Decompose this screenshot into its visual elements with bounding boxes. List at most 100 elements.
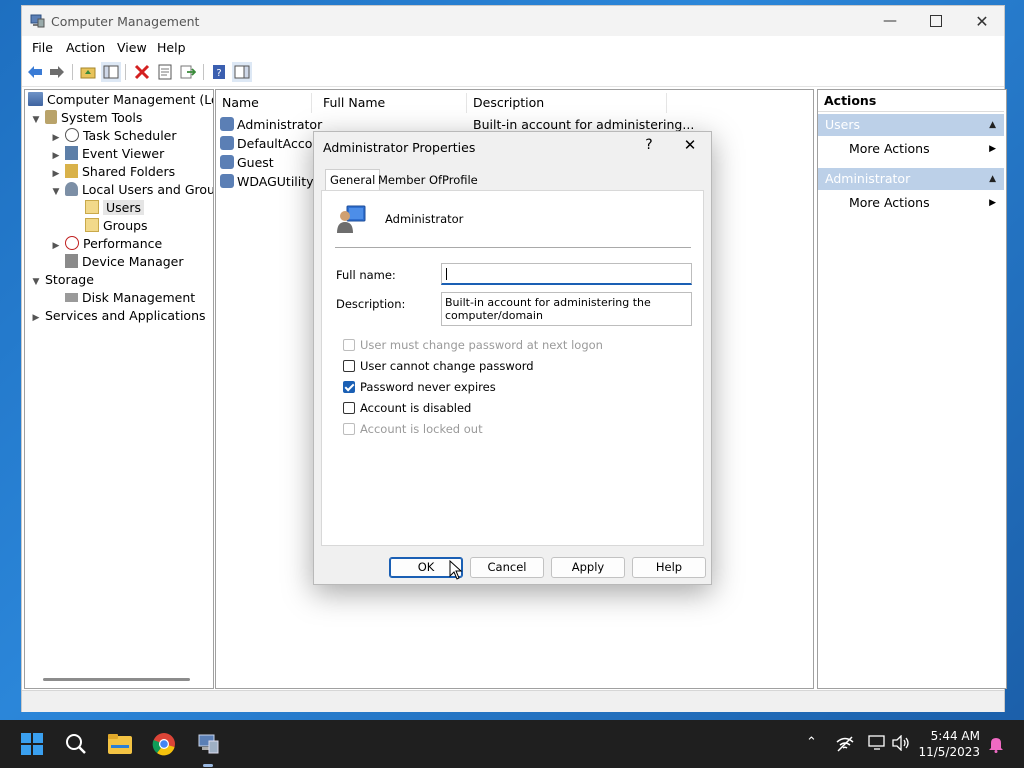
description-input[interactable]: Built-in account for administering the c…	[441, 292, 692, 326]
chevron-down-icon[interactable]: ▼	[31, 273, 41, 291]
menu-view[interactable]: View	[117, 40, 147, 55]
tree-item-event-viewer[interactable]: ▶ Event Viewer	[51, 145, 164, 163]
more-actions-administrator[interactable]: More Actions ▶	[818, 192, 1004, 214]
list-item[interactable]: Guest	[220, 153, 274, 172]
tree-item-disk-management[interactable]: Disk Management	[65, 289, 195, 307]
close-icon: ✕	[975, 11, 989, 31]
collapse-up-icon[interactable]: ▲	[989, 114, 996, 136]
column-header-name[interactable]: Name	[216, 93, 312, 113]
chevron-right-icon[interactable]: ▶	[31, 309, 41, 327]
file-explorer-icon	[108, 734, 132, 754]
description-label: Description:	[336, 297, 406, 311]
checkbox-password-never-expires[interactable]: Password never expires	[343, 378, 496, 396]
folder-icon	[85, 218, 99, 232]
clock-time: 5:44 AM	[930, 729, 980, 743]
checkbox-must-change-password[interactable]: User must change password at next logon	[343, 336, 603, 354]
user-icon	[220, 117, 234, 131]
start-button[interactable]	[16, 728, 48, 760]
show-hide-tree-button[interactable]	[101, 62, 121, 82]
cancel-button[interactable]: Cancel	[470, 557, 544, 578]
menu-file[interactable]: File	[32, 40, 53, 55]
tree-horizontal-scrollbar[interactable]	[43, 678, 190, 681]
tree-item-local-users-groups[interactable]: ▼ Local Users and Groups	[51, 181, 213, 201]
tree-item-system-tools[interactable]: ▼ System Tools	[31, 109, 142, 127]
display-network-icon[interactable]	[868, 735, 886, 754]
system-clock[interactable]: 5:44 AM 11/5/2023	[918, 728, 980, 760]
checkbox-checked-icon[interactable]	[343, 381, 355, 393]
close-window-button[interactable]: ✕	[959, 6, 1005, 36]
list-item[interactable]: Administrator	[220, 115, 322, 134]
forward-button[interactable]	[47, 62, 67, 82]
show-hide-action-pane-button[interactable]	[232, 62, 252, 82]
column-header-description[interactable]: Description	[467, 93, 667, 113]
more-actions-users[interactable]: More Actions ▶	[818, 138, 1004, 160]
tree-item-device-manager[interactable]: Device Manager	[65, 253, 184, 271]
taskbar-computer-management[interactable]	[192, 728, 224, 760]
full-name-input[interactable]	[441, 263, 692, 285]
checkbox-box[interactable]	[343, 423, 355, 435]
checkbox-box[interactable]	[343, 339, 355, 351]
show-hidden-icons-button[interactable]: ⌃	[806, 735, 817, 750]
console-tree-pane[interactable]: Computer Management (Local ▼ System Tool…	[24, 89, 214, 689]
tree-item-computer-management[interactable]: Computer Management (Local	[28, 91, 213, 109]
up-one-level-button[interactable]	[78, 62, 98, 82]
back-arrow-icon	[28, 66, 42, 78]
maximize-button[interactable]	[913, 6, 959, 36]
header-divider	[335, 247, 691, 248]
export-icon	[180, 65, 196, 79]
shared-folder-icon	[64, 164, 78, 178]
collapse-up-icon[interactable]: ▲	[989, 168, 996, 190]
notification-bell-icon[interactable]	[988, 735, 1004, 756]
properties-button[interactable]	[155, 62, 175, 82]
tree-item-services-applications[interactable]: ▶ Services and Applications	[31, 307, 206, 325]
computer-management-icon	[28, 92, 43, 106]
menu-help[interactable]: Help	[157, 40, 186, 55]
help-toolbar-button[interactable]: ?	[209, 62, 229, 82]
chevron-down-icon[interactable]: ▼	[31, 111, 41, 129]
folder-up-icon	[80, 67, 96, 79]
help-button[interactable]: Help	[632, 557, 706, 578]
actions-section-users[interactable]: Users ▲	[818, 114, 1004, 136]
tree-item-task-scheduler[interactable]: ▶ Task Scheduler	[51, 127, 177, 145]
checkbox-account-locked-out[interactable]: Account is locked out	[343, 420, 483, 438]
volume-icon[interactable]	[891, 734, 911, 754]
tree-item-shared-folders[interactable]: ▶ Shared Folders	[51, 163, 175, 181]
list-item[interactable]: DefaultAcco...	[220, 134, 324, 153]
context-help-button[interactable]: ?	[639, 137, 659, 153]
delete-x-icon	[134, 64, 150, 80]
checkbox-box[interactable]	[343, 360, 355, 372]
tab-profile[interactable]: Profile	[438, 170, 482, 190]
apply-button[interactable]: Apply	[551, 557, 625, 578]
checkbox-account-disabled[interactable]: Account is disabled	[343, 399, 471, 417]
chevron-up-icon: ⌃	[806, 735, 817, 750]
checkbox-cannot-change-password[interactable]: User cannot change password	[343, 357, 534, 375]
chevron-right-icon[interactable]: ▶	[51, 237, 61, 255]
title-bar[interactable]: Computer Management — ✕	[22, 6, 1004, 36]
dialog-close-button[interactable]: ✕	[680, 136, 700, 154]
checkbox-box[interactable]	[343, 402, 355, 414]
tree-item-storage[interactable]: ▼ Storage	[31, 271, 94, 289]
chevron-down-icon[interactable]: ▼	[51, 183, 61, 201]
tree-item-users[interactable]: Users	[85, 199, 145, 217]
actions-section-administrator[interactable]: Administrator ▲	[818, 168, 1004, 190]
taskbar-file-explorer[interactable]	[104, 728, 136, 760]
tab-member-of[interactable]: Member Of	[374, 170, 446, 190]
clock-date: 11/5/2023	[918, 745, 980, 759]
minimize-button[interactable]: —	[867, 6, 913, 36]
column-header-full-name[interactable]: Full Name	[317, 93, 467, 113]
submenu-arrow-icon: ▶	[989, 198, 996, 208]
list-item[interactable]: WDAGUtility...	[220, 172, 324, 191]
mouse-cursor-icon	[449, 560, 463, 580]
search-button[interactable]	[60, 728, 92, 760]
delete-button[interactable]	[132, 62, 152, 82]
tab-general[interactable]: General	[325, 169, 381, 191]
tree-item-performance[interactable]: ▶ Performance	[51, 235, 162, 253]
submenu-arrow-icon: ▶	[989, 144, 996, 154]
network-disconnected-icon[interactable]	[836, 736, 854, 755]
taskbar-chrome[interactable]	[148, 728, 180, 760]
menu-action[interactable]: Action	[66, 40, 105, 55]
tree-item-groups[interactable]: Groups	[85, 217, 148, 235]
back-button[interactable]	[25, 62, 45, 82]
window-title: Computer Management	[51, 14, 200, 29]
export-list-button[interactable]	[178, 62, 198, 82]
